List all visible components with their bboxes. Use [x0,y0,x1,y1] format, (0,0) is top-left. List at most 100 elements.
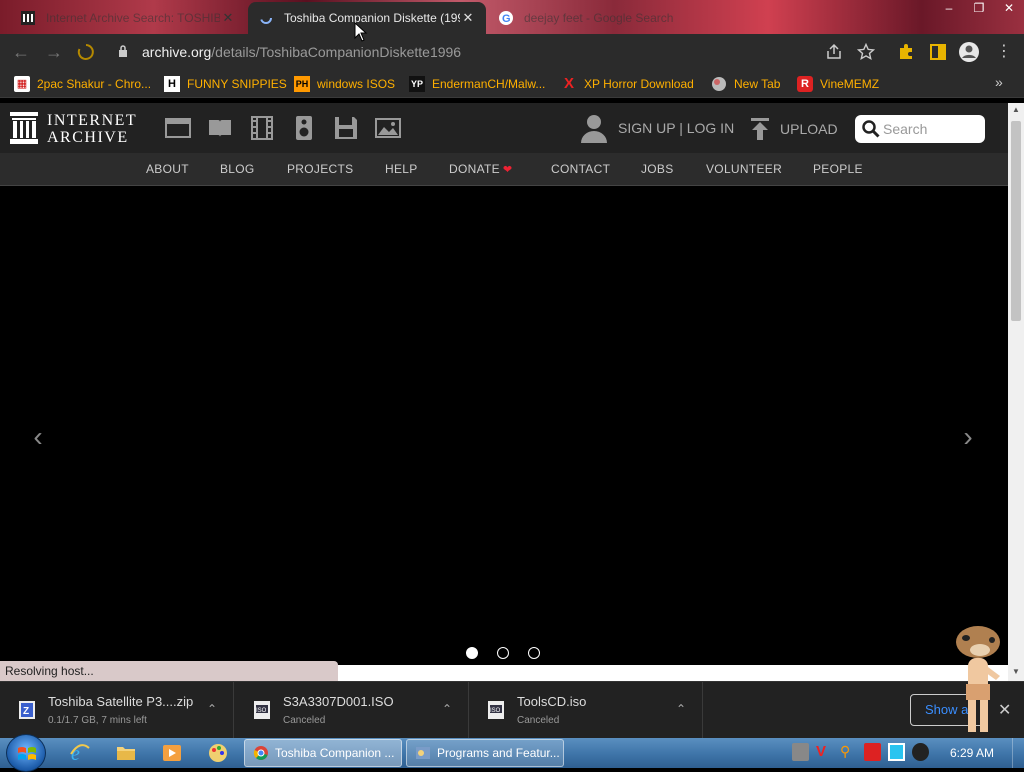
tray-volume-icon[interactable] [912,743,929,761]
yp-logo-icon: YP [409,76,425,92]
nav-blog[interactable]: BLOG [220,162,255,176]
show-desktop-button[interactable] [1012,738,1024,768]
address-bar[interactable]: archive.org/details/ToshibaCompanionDisk… [106,38,886,66]
close-window-icon[interactable]: ✕ [994,0,1024,18]
carousel-prev-chevron-icon[interactable]: ‹ [28,423,48,453]
extensions-puzzle-icon[interactable] [897,43,915,61]
tab-google-search[interactable]: G deejay feet - Google Search [488,2,688,34]
images-picture-icon[interactable] [375,116,401,140]
loading-spinner-icon[interactable] [77,43,95,61]
tray-app-icon[interactable] [792,743,809,761]
software-floppy-icon[interactable] [333,116,359,140]
signup-login-link[interactable]: SIGN UP | LOG IN [580,113,734,143]
menu-kebab-icon[interactable]: ⋮ [994,42,1014,62]
forward-arrow-icon[interactable]: → [44,42,64,62]
nav-jobs[interactable]: JOBS [641,162,674,176]
bookmark-vinememz[interactable]: R VineMEMZ [797,76,879,92]
share-icon[interactable] [825,43,843,61]
carousel-dot-1[interactable] [466,647,478,659]
scroll-down-icon[interactable]: ▼ [1008,667,1024,676]
logo-text: INTERNET ARCHIVE [47,112,137,146]
bookmark-label: VineMEMZ [820,77,880,91]
texts-book-icon[interactable] [207,116,233,140]
loading-favicon-icon [260,12,272,24]
bookmark-label: New Tab [734,77,781,91]
tray-v-icon[interactable]: V [816,743,833,761]
nav-donate[interactable]: DONATE ❤ [449,162,512,176]
video-film-icon[interactable] [249,116,275,140]
page-scrollbar[interactable]: ▲ ▼ [1008,103,1024,681]
bookmark-new-tab[interactable]: New Tab [711,76,780,92]
nav-donate-label: DONATE [449,162,500,176]
internet-archive-logo[interactable]: INTERNET ARCHIVE [10,112,144,146]
nav-about[interactable]: ABOUT [146,162,189,176]
mouse-cursor-icon [354,22,368,42]
tab-label: Internet Archive Search: TOSHIBA [46,11,220,25]
paint-app-icon[interactable] [207,742,229,764]
download-status: 0.1/1.7 GB, 7 mins left [48,715,147,726]
bookmarks-overflow-icon[interactable]: » [995,74,1003,90]
svg-text:ISO: ISO [490,708,501,714]
taskbar-programs-window[interactable]: Programs and Featur... [406,739,564,767]
carousel-dot-2[interactable] [497,647,509,659]
bookmark-label: FUNNY SNIPPIES [187,77,287,91]
scrollbar-thumb[interactable] [1011,121,1021,321]
chevron-up-icon[interactable]: ⌃ [676,702,686,716]
tab-label: deejay feet - Google Search [524,11,674,25]
upload-link[interactable]: UPLOAD [750,117,838,141]
audio-speaker-icon[interactable] [291,116,317,140]
search-input[interactable] [883,121,978,137]
nav-projects[interactable]: PROJECTS [287,162,353,176]
carousel-dot-3[interactable] [528,647,540,659]
globe-icon [712,77,726,91]
nav-volunteer[interactable]: VOLUNTEER [706,162,782,176]
star-icon[interactable] [857,43,875,61]
tray-flag-icon[interactable] [864,743,881,761]
download-item[interactable]: ISO ToolsCD.iso Canceled ⌃ [469,682,703,739]
bookmark-xp-horror[interactable]: X XP Horror Download [561,76,694,92]
google-favicon-icon: G [499,11,513,25]
chevron-up-icon[interactable]: ⌃ [207,702,217,716]
url-text[interactable]: archive.org/details/ToshibaCompanionDisk… [142,44,461,60]
tray-monitor-icon[interactable] [888,743,905,761]
taskbar-chrome-window[interactable]: Toshiba Companion ... [244,739,402,767]
download-filename: S3A3307D001.ISO [283,694,394,709]
sidepanel-icon[interactable] [929,43,947,61]
tab-archive-search[interactable]: Internet Archive Search: TOSHIBA ✕ [10,2,246,34]
close-icon[interactable]: ✕ [460,10,476,26]
chevron-up-icon[interactable]: ⌃ [442,702,452,716]
restore-icon[interactable]: ❐ [964,0,994,18]
tray-search-icon[interactable]: ⚲ [840,743,857,761]
archive-favicon-icon [21,11,35,25]
bookmark-label: EndermanCH/Malw... [432,77,546,91]
media-carousel: ‹ › [0,187,1008,665]
nav-contact[interactable]: CONTACT [551,162,610,176]
start-button[interactable] [6,734,46,772]
bookmark-funny-snippies[interactable]: H FUNNY SNIPPIES [164,76,287,92]
bookmark-windows-isos[interactable]: PH windows ISOS [294,76,395,92]
media-player-icon[interactable] [161,742,183,764]
download-item[interactable]: ISO S3A3307D001.ISO Canceled ⌃ [235,682,469,739]
upload-icon [751,118,769,140]
bookmark-2pac[interactable]: ▦ 2pac Shakur - Chro... [14,76,151,92]
minimize-icon[interactable]: – [934,0,964,18]
status-bubble: Resolving host... [0,661,338,681]
windows-taskbar: e Toshiba Companion ... Programs and Fea… [0,734,1024,772]
profile-avatar-icon[interactable] [958,41,980,63]
carousel-next-chevron-icon[interactable]: › [958,423,978,453]
web-icon[interactable] [165,116,191,140]
scroll-up-icon[interactable]: ▲ [1008,105,1024,114]
nav-help[interactable]: HELP [385,162,418,176]
download-item[interactable]: Z Toshiba Satellite P3....zip 0.1/1.7 GB… [0,682,234,739]
nav-people[interactable]: PEOPLE [813,162,863,176]
windows-logo-icon [18,747,36,760]
heart-icon: ❤ [502,164,513,176]
bookmarks-bar: ▦ 2pac Shakur - Chro... H FUNNY SNIPPIES P… [0,70,1024,98]
internet-explorer-icon[interactable]: e [69,742,91,764]
back-arrow-icon[interactable]: ← [11,42,31,62]
ia-search-box[interactable] [855,115,985,143]
file-explorer-folder-icon[interactable] [115,742,137,764]
close-icon[interactable]: ✕ [220,10,236,26]
taskbar-clock[interactable]: 6:29 AM [950,746,994,760]
bookmark-endermanch[interactable]: YP EndermanCH/Malw... [409,76,545,92]
